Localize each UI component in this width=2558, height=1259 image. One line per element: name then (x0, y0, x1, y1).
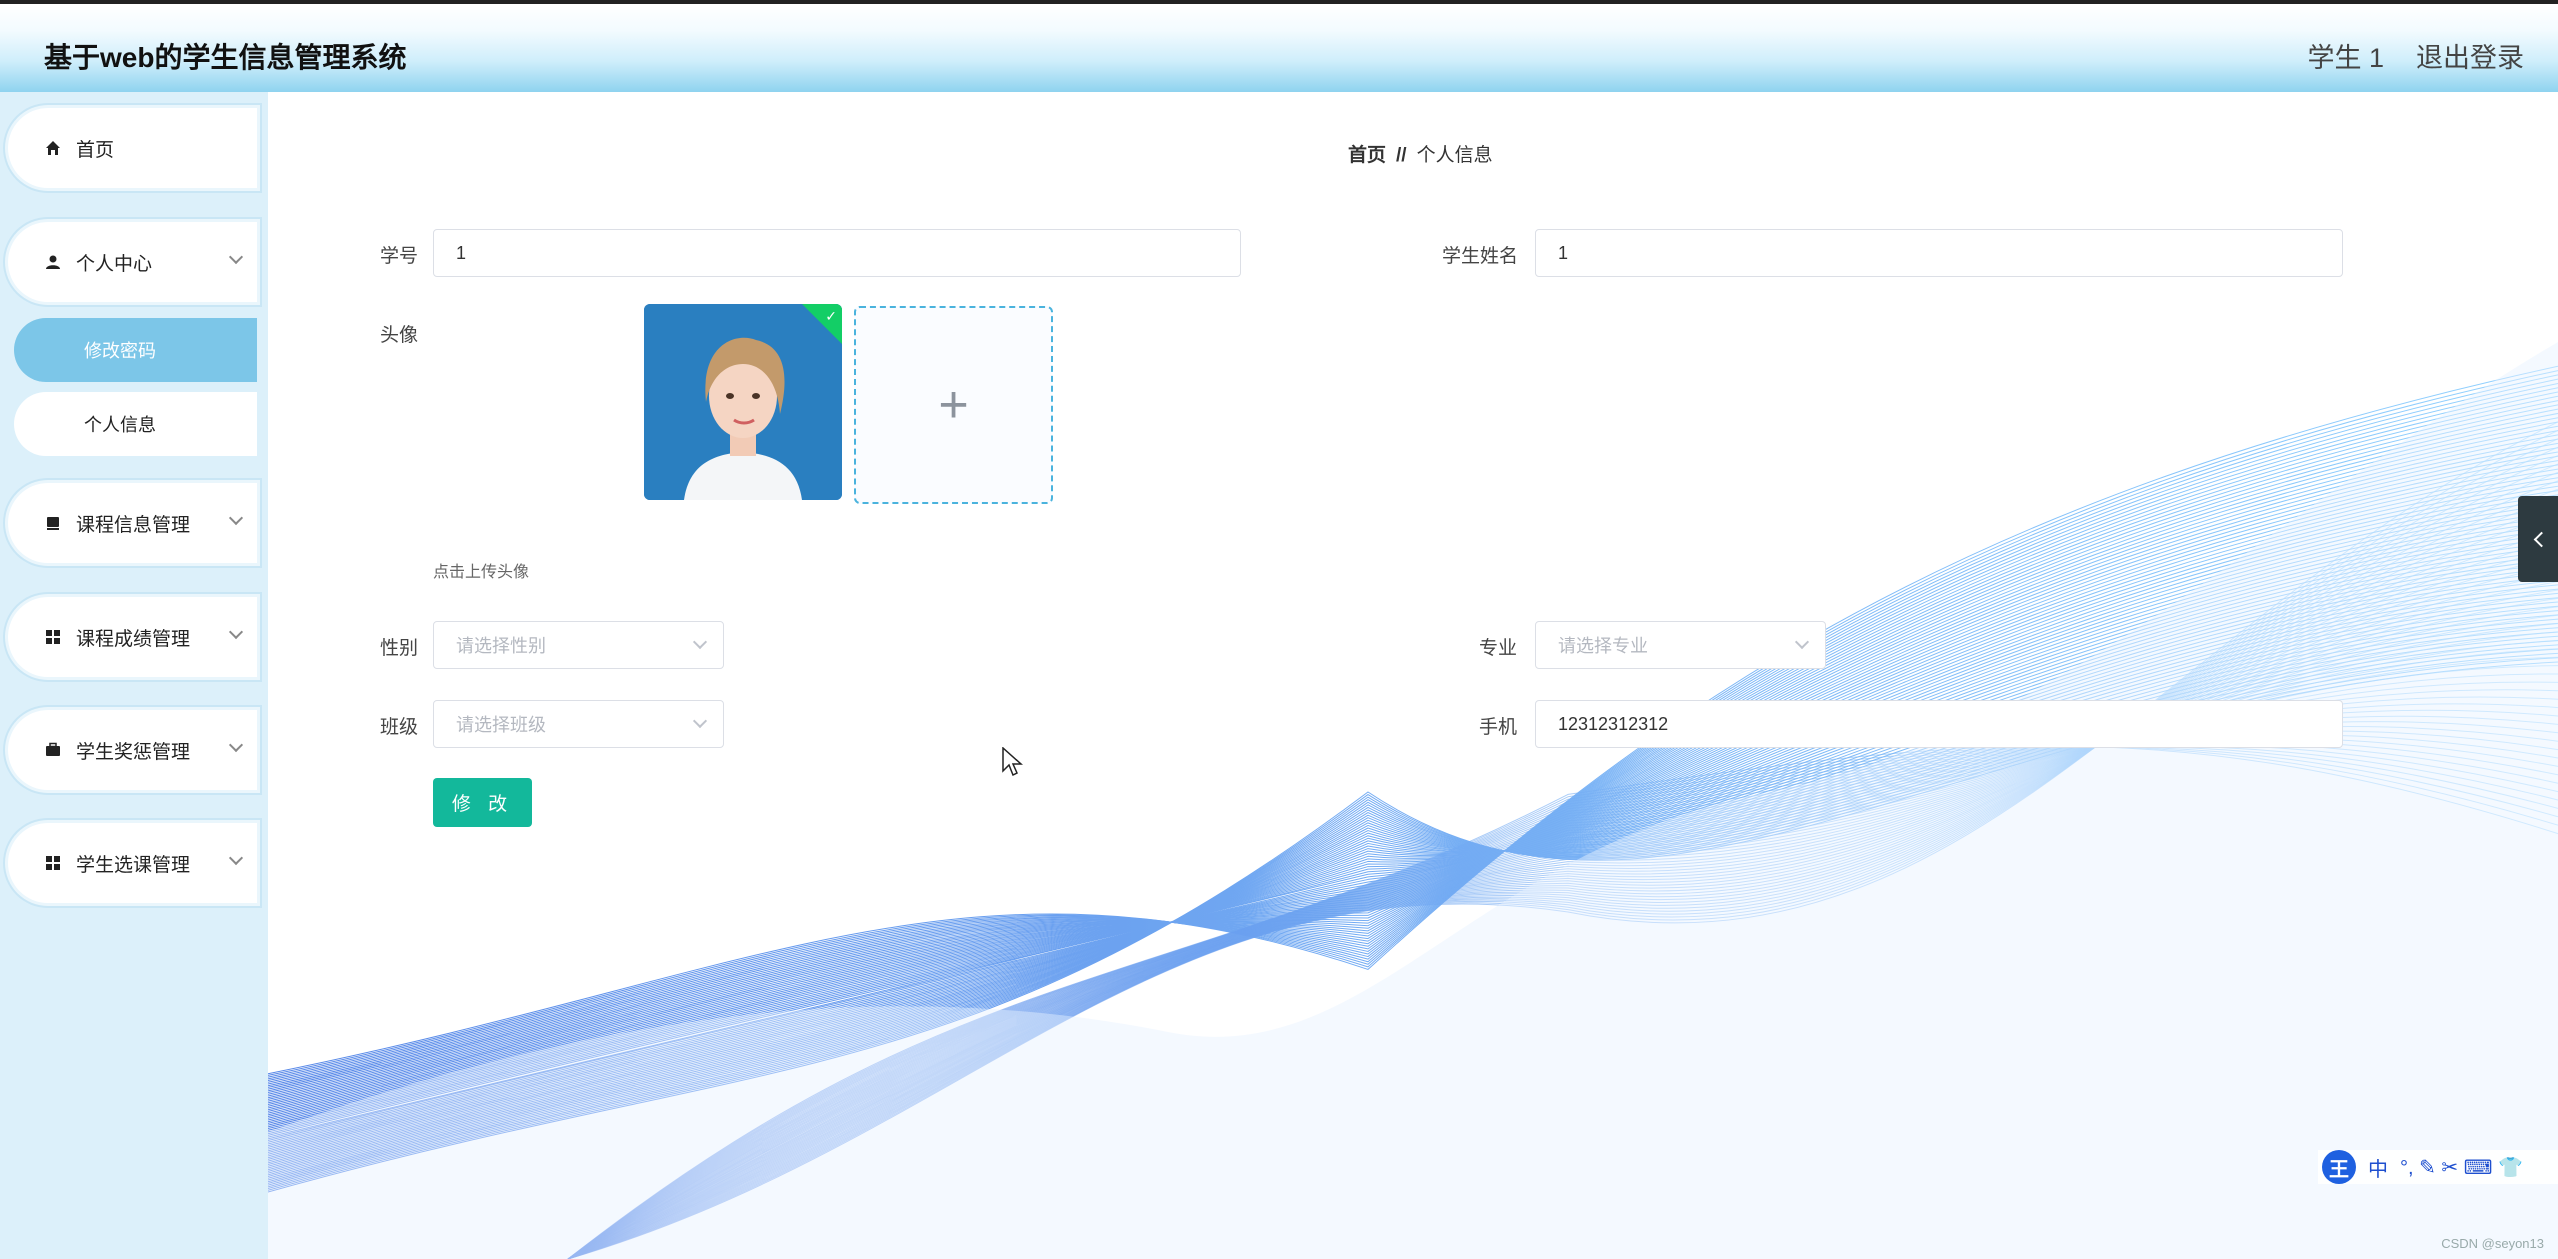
student-no-label: 学号 (380, 246, 419, 267)
sidebar-item-course-selection[interactable]: 学生选课管理 (8, 823, 257, 903)
sidebar-item-label: 课程成绩管理 (76, 628, 191, 650)
sidebar-item-course-info[interactable]: 课程信息管理 (8, 483, 257, 563)
class-label: 班级 (380, 717, 419, 738)
chevron-down-icon (228, 737, 244, 753)
ime-mode-toggle[interactable]: 中 (2368, 1153, 2388, 1182)
chevron-down-icon (228, 249, 244, 265)
sidebar-subitem-personal-info[interactable]: 个人信息 (14, 392, 257, 456)
gender-placeholder: 请选择性别 (456, 636, 546, 656)
avatar-image[interactable]: ✓ (644, 304, 842, 500)
chevron-left-icon (2533, 531, 2549, 547)
grid-icon (44, 854, 62, 872)
plus-icon: + (938, 376, 969, 434)
logout-link[interactable]: 退出登录 (2416, 36, 2524, 75)
chevron-down-icon (228, 850, 244, 866)
top-header: 基于web的学生信息管理系统 学生 1 退出登录 (0, 0, 2558, 92)
sidebar-subitem-change-password[interactable]: 修改密码 (14, 318, 257, 382)
class-placeholder: 请选择班级 (456, 715, 546, 735)
avatar-upload-hint: 点击上传头像 (433, 564, 530, 581)
breadcrumb: 首页 // 个人信息 (1348, 140, 1493, 167)
home-icon (44, 139, 62, 157)
sidebar-item-rewards[interactable]: 学生奖惩管理 (8, 710, 257, 790)
chevron-down-icon (692, 713, 708, 729)
ime-tools[interactable]: °, ✎ ✂ ⌨ 👕 (2400, 1155, 2523, 1180)
submit-button[interactable]: 修 改 (433, 778, 532, 827)
chevron-down-icon (692, 634, 708, 650)
current-user-link[interactable]: 学生 1 (2307, 36, 2384, 75)
student-name-input[interactable]: 1 (1535, 229, 2343, 277)
breadcrumb-separator: // (1396, 145, 1407, 166)
breadcrumb-current: 个人信息 (1416, 145, 1493, 166)
student-no-input[interactable]: 1 (433, 229, 1241, 277)
avatar-upload-button[interactable]: + (854, 306, 1053, 504)
gender-select[interactable]: 请选择性别 (433, 621, 724, 669)
watermark: CSDN @seyon13 (2441, 1236, 2544, 1251)
chevron-down-icon (1794, 634, 1810, 650)
main-content: 首页 // 个人信息 学号 1 学生姓名 1 头像 ✓ + 点击上传头像 性别 请选… (268, 92, 2558, 1259)
mouse-cursor-icon (1002, 747, 1023, 777)
book-icon (44, 514, 62, 532)
sidebar-subitem-label: 个人信息 (84, 415, 156, 435)
sidebar-item-course-grades[interactable]: 课程成绩管理 (8, 597, 257, 677)
side-panel-toggle[interactable] (2518, 496, 2558, 582)
phone-input[interactable]: 12312312312 (1535, 700, 2343, 748)
sidebar-item-personal-center[interactable]: 个人中心 (8, 222, 257, 302)
grid-icon (44, 628, 62, 646)
sidebar-item-label: 首页 (76, 139, 115, 161)
major-placeholder: 请选择专业 (1558, 636, 1648, 656)
gender-label: 性别 (380, 638, 419, 659)
ime-logo-icon[interactable]: 王 (2322, 1150, 2356, 1184)
user-icon (44, 253, 62, 271)
student-name-label: 学生姓名 (1442, 246, 1519, 267)
sidebar-item-label: 学生选课管理 (76, 854, 191, 876)
sidebar-item-home[interactable]: 首页 (8, 108, 257, 188)
breadcrumb-home[interactable]: 首页 (1348, 145, 1386, 166)
sidebar-item-label: 课程信息管理 (76, 514, 191, 536)
sidebar-item-label: 学生奖惩管理 (76, 741, 191, 763)
sidebar: 首页 个人中心 修改密码 个人信息 课程信息管理 课程成绩管理 学生奖惩管理 学… (0, 92, 268, 1259)
phone-label: 手机 (1479, 717, 1518, 738)
class-select[interactable]: 请选择班级 (433, 700, 724, 748)
app-title: 基于web的学生信息管理系统 (44, 42, 407, 73)
check-icon: ✓ (825, 308, 837, 324)
major-label: 专业 (1479, 638, 1518, 659)
ime-toolbar: 王 中 °, ✎ ✂ ⌨ 👕 (2318, 1150, 2558, 1184)
sidebar-item-label: 个人中心 (76, 253, 153, 275)
chevron-down-icon (228, 510, 244, 526)
briefcase-icon (44, 741, 62, 759)
sidebar-subitem-label: 修改密码 (84, 341, 156, 361)
chevron-down-icon (228, 624, 244, 640)
major-select[interactable]: 请选择专业 (1535, 621, 1826, 669)
avatar-label: 头像 (380, 325, 419, 346)
